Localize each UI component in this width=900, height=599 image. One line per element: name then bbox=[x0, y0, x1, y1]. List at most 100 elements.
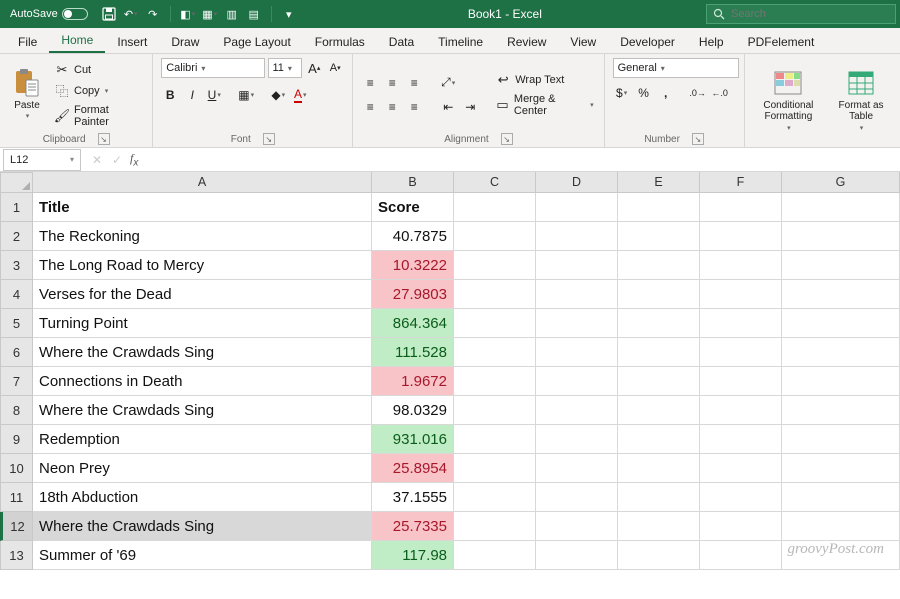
paste-button[interactable]: Paste ▾ bbox=[8, 58, 46, 131]
copy-button[interactable]: ⿻Copy▾ bbox=[52, 82, 144, 100]
cell[interactable] bbox=[782, 367, 900, 396]
chevron-down-icon[interactable]: ▾ bbox=[201, 64, 205, 73]
cell[interactable] bbox=[618, 222, 700, 251]
cell[interactable]: The Reckoning bbox=[33, 222, 372, 251]
tab-developer[interactable]: Developer bbox=[608, 30, 687, 53]
cell[interactable]: Redemption bbox=[33, 425, 372, 454]
select-all-corner[interactable] bbox=[0, 172, 33, 193]
dialog-launcher-icon[interactable]: ↘ bbox=[501, 133, 513, 145]
cell[interactable] bbox=[700, 251, 782, 280]
cell[interactable]: 931.016 bbox=[372, 425, 454, 454]
column-header[interactable]: G bbox=[782, 172, 900, 193]
cell[interactable] bbox=[618, 396, 700, 425]
autosave-toggle[interactable]: AutoSave bbox=[4, 8, 94, 20]
currency-button[interactable]: $▾ bbox=[613, 84, 631, 102]
chevron-down-icon[interactable]: ▾ bbox=[134, 10, 138, 18]
cell[interactable] bbox=[700, 396, 782, 425]
cell[interactable] bbox=[536, 193, 618, 222]
cell[interactable] bbox=[618, 512, 700, 541]
search-box[interactable] bbox=[706, 4, 896, 24]
cell[interactable] bbox=[782, 251, 900, 280]
column-header[interactable]: E bbox=[618, 172, 700, 193]
cell[interactable] bbox=[536, 512, 618, 541]
increase-indent-icon[interactable]: ⇥ bbox=[461, 98, 479, 116]
row-header[interactable]: 12 bbox=[0, 512, 33, 541]
row-header[interactable]: 9 bbox=[0, 425, 33, 454]
cell[interactable] bbox=[454, 338, 536, 367]
row-header[interactable]: 3 bbox=[0, 251, 33, 280]
tab-data[interactable]: Data bbox=[377, 30, 426, 53]
chevron-down-icon[interactable]: ▾ bbox=[787, 125, 791, 133]
cell[interactable] bbox=[700, 367, 782, 396]
borders-button[interactable]: ▦▾ bbox=[237, 86, 255, 104]
cell[interactable] bbox=[700, 222, 782, 251]
merge-center-button[interactable]: ▭Merge & Center▾ bbox=[493, 92, 595, 118]
chevron-down-icon[interactable]: ▾ bbox=[288, 64, 292, 73]
cell[interactable] bbox=[618, 454, 700, 483]
cell[interactable] bbox=[700, 193, 782, 222]
number-format-combo[interactable]: General▾ bbox=[613, 58, 739, 78]
cell[interactable] bbox=[700, 483, 782, 512]
italic-button[interactable]: I bbox=[183, 86, 201, 104]
fx-icon[interactable]: fx bbox=[130, 151, 144, 168]
cell[interactable] bbox=[536, 454, 618, 483]
cell[interactable] bbox=[454, 251, 536, 280]
cell[interactable] bbox=[618, 251, 700, 280]
cell[interactable] bbox=[700, 512, 782, 541]
cell[interactable]: 10.3222 bbox=[372, 251, 454, 280]
row-header[interactable]: 10 bbox=[0, 454, 33, 483]
cut-button[interactable]: ✂Cut bbox=[52, 61, 144, 79]
font-name-combo[interactable]: Calibri▾ bbox=[161, 58, 264, 78]
cell[interactable] bbox=[700, 425, 782, 454]
decrease-font-icon[interactable]: A▾ bbox=[326, 59, 344, 77]
cell[interactable] bbox=[454, 483, 536, 512]
row-header[interactable]: 7 bbox=[0, 367, 33, 396]
cell[interactable] bbox=[618, 425, 700, 454]
dialog-launcher-icon[interactable]: ↘ bbox=[692, 133, 704, 145]
align-right-icon[interactable]: ≡ bbox=[405, 98, 423, 116]
increase-font-icon[interactable]: A▴ bbox=[305, 59, 323, 77]
cell[interactable] bbox=[536, 396, 618, 425]
cell[interactable] bbox=[782, 280, 900, 309]
cell[interactable] bbox=[536, 367, 618, 396]
column-header[interactable]: A bbox=[33, 172, 372, 193]
cell[interactable]: Where the Crawdads Sing bbox=[33, 512, 372, 541]
cell[interactable] bbox=[618, 193, 700, 222]
toggle-off-icon[interactable] bbox=[62, 8, 88, 20]
tab-pdfelement[interactable]: PDFelement bbox=[736, 30, 827, 53]
cell[interactable]: 111.528 bbox=[372, 338, 454, 367]
cell[interactable] bbox=[536, 541, 618, 570]
row-header[interactable]: 4 bbox=[0, 280, 33, 309]
cell[interactable] bbox=[454, 425, 536, 454]
customize-qat-icon[interactable]: ▾ bbox=[282, 7, 296, 21]
column-header[interactable]: B bbox=[372, 172, 454, 193]
font-size-combo[interactable]: 11▾ bbox=[268, 58, 303, 78]
tab-review[interactable]: Review bbox=[495, 30, 558, 53]
cell[interactable] bbox=[782, 425, 900, 454]
cell[interactable]: Title bbox=[33, 193, 372, 222]
cell[interactable]: 40.7875 bbox=[372, 222, 454, 251]
tab-formulas[interactable]: Formulas bbox=[303, 30, 377, 53]
cell[interactable]: 37.1555 bbox=[372, 483, 454, 512]
chevron-down-icon[interactable]: ▾ bbox=[26, 113, 30, 121]
cell[interactable] bbox=[536, 425, 618, 454]
cell[interactable] bbox=[536, 309, 618, 338]
row-header[interactable]: 13 bbox=[0, 541, 33, 570]
tab-view[interactable]: View bbox=[558, 30, 608, 53]
cell[interactable]: 25.7335 bbox=[372, 512, 454, 541]
cell[interactable] bbox=[536, 251, 618, 280]
cell[interactable]: 25.8954 bbox=[372, 454, 454, 483]
cell[interactable] bbox=[782, 222, 900, 251]
dialog-launcher-icon[interactable]: ↘ bbox=[98, 133, 110, 145]
align-center-icon[interactable]: ≡ bbox=[383, 98, 401, 116]
comma-button[interactable]: , bbox=[657, 84, 675, 102]
chevron-down-icon[interactable]: ▾ bbox=[590, 101, 594, 109]
formula-input[interactable] bbox=[144, 148, 900, 171]
cell[interactable] bbox=[618, 367, 700, 396]
cell[interactable]: Turning Point bbox=[33, 309, 372, 338]
cell[interactable]: 27.9803 bbox=[372, 280, 454, 309]
cell[interactable] bbox=[782, 483, 900, 512]
chevron-down-icon[interactable]: ▾ bbox=[860, 125, 864, 133]
cell[interactable] bbox=[536, 222, 618, 251]
cell[interactable]: The Long Road to Mercy bbox=[33, 251, 372, 280]
